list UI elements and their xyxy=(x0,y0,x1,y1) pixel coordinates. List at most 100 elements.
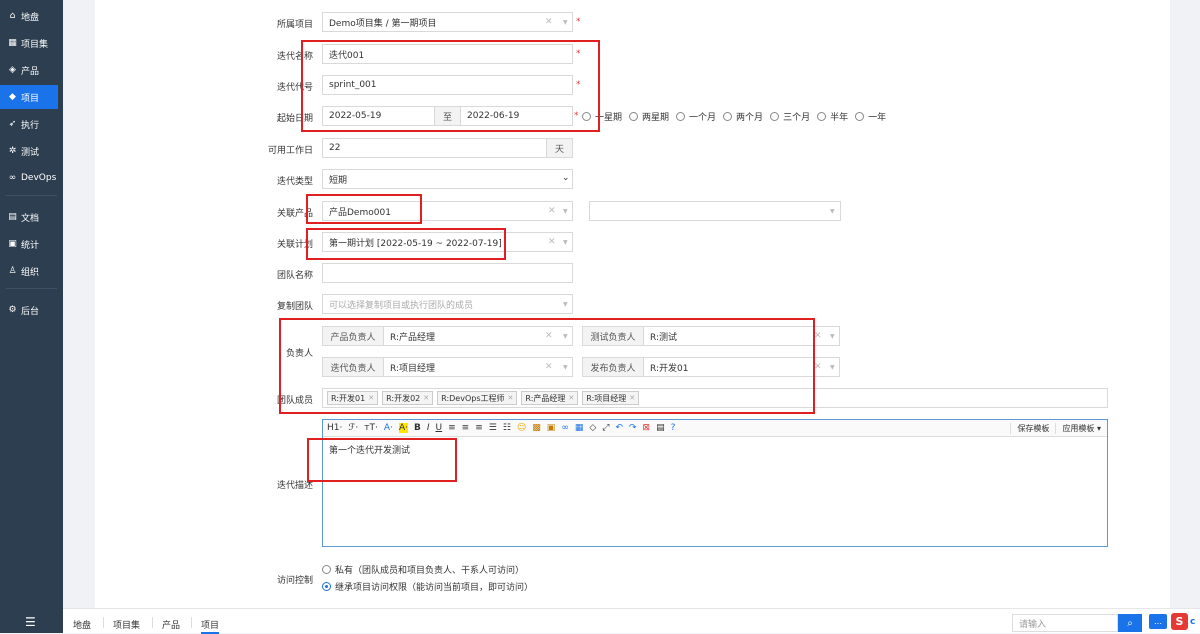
chevron-down-icon[interactable]: ▼ xyxy=(563,19,568,26)
copy-team-select[interactable]: 可以选择复制项目或执行团队的成员 xyxy=(322,294,573,314)
acl-option-private[interactable]: 私有（团队成员和项目负责人、干系人可访问） xyxy=(322,563,524,576)
align-left-icon[interactable]: ≡ xyxy=(448,423,456,433)
template-icon[interactable]: ⊠ xyxy=(643,423,651,433)
sidebar-item-project[interactable]: ◆ 项目 xyxy=(0,85,58,109)
member-tag[interactable]: R:DevOps工程师 ✕ xyxy=(437,391,518,405)
ime-logo-icon[interactable]: S xyxy=(1171,613,1188,630)
member-tag[interactable]: R:产品经理 ✕ xyxy=(521,391,579,405)
member-tag[interactable]: R:项目经理 ✕ xyxy=(582,391,640,405)
sidebar-item-execution[interactable]: ➶ 执行 xyxy=(0,112,63,136)
align-right-icon[interactable]: ≡ xyxy=(475,423,483,433)
chevron-down-icon[interactable]: ▼ xyxy=(563,301,568,308)
sidebar-item-org[interactable]: ♙ 组织 xyxy=(0,259,63,283)
table-icon[interactable]: ▦ xyxy=(575,423,584,433)
iteration-code-input[interactable]: sprint_001 xyxy=(322,75,573,95)
remove-icon[interactable]: ✕ xyxy=(508,394,514,402)
rich-text-editor[interactable]: H1· ℱ· тT· A· A· B I U ≡ ≡ ≡ ☰ ☷ ☺ ▩ ▣ ∞… xyxy=(322,419,1108,547)
ordered-list-icon[interactable]: ☰ xyxy=(489,423,497,433)
duration-option[interactable]: 一年 xyxy=(855,110,886,123)
iteration-name-input[interactable]: 迭代001 xyxy=(322,44,573,64)
help-icon[interactable]: ? xyxy=(671,423,676,433)
breadcrumb-product[interactable]: 产品 xyxy=(162,618,180,631)
eraser-icon[interactable]: ◇ xyxy=(589,423,596,433)
emoticon-icon[interactable]: ☺ xyxy=(517,423,526,433)
search-icon[interactable]: ⌕ xyxy=(1118,614,1142,632)
editor-body[interactable]: 第一个迭代开发测试 xyxy=(323,437,1107,462)
team-name-input[interactable] xyxy=(322,263,573,283)
ime-status-icon[interactable]: c xyxy=(1190,617,1198,627)
font-size-button[interactable]: тT· xyxy=(364,423,378,433)
sidebar-item-product[interactable]: ◈ 产品 xyxy=(0,58,63,82)
clear-icon[interactable]: ✕ xyxy=(545,17,553,27)
clear-icon[interactable]: ✕ xyxy=(814,362,822,372)
search-input[interactable]: 请输入 xyxy=(1012,614,1118,632)
heading-button[interactable]: H1· xyxy=(327,423,342,433)
remove-icon[interactable]: ✕ xyxy=(368,394,374,402)
chat-icon[interactable]: … xyxy=(1149,614,1167,629)
chevron-down-icon[interactable]: ⌄ xyxy=(562,173,570,183)
fullscreen-icon[interactable]: ⤢ xyxy=(602,423,609,433)
duration-option[interactable]: 一星期 xyxy=(582,110,622,123)
chevron-down-icon[interactable]: ▼ xyxy=(563,208,568,215)
undo-icon[interactable]: ↶ xyxy=(615,423,623,433)
clear-icon[interactable]: ✕ xyxy=(814,331,822,341)
clear-icon[interactable]: ✕ xyxy=(548,206,556,216)
team-members-picker[interactable]: R:开发01 ✕ R:开发02 ✕ R:DevOps工程师 ✕ R:产品经理 ✕ R:项… xyxy=(322,388,1108,408)
breadcrumb-program[interactable]: 项目集 xyxy=(113,618,140,631)
sidebar-item-program[interactable]: ▦ 项目集 xyxy=(0,31,63,55)
chevron-down-icon[interactable]: ▼ xyxy=(563,333,568,340)
available-days-input[interactable]: 22 xyxy=(322,138,547,158)
sidebar-item-doc[interactable]: ▤ 文档 xyxy=(0,205,63,229)
breadcrumb-dashboard[interactable]: 地盘 xyxy=(73,618,91,631)
italic-button[interactable]: I xyxy=(427,423,430,433)
breadcrumb-project[interactable]: 项目 xyxy=(201,618,220,634)
linked-plan-select[interactable]: 第一期计划 [2022-05-19 ~ 2022-07-19] xyxy=(322,232,573,252)
highlight-button[interactable]: A· xyxy=(398,423,408,433)
begin-date-input[interactable]: 2022-05-19 xyxy=(322,106,435,126)
align-center-icon[interactable]: ≡ xyxy=(462,423,470,433)
underline-button[interactable]: U xyxy=(436,423,443,433)
chevron-down-icon[interactable]: ▼ xyxy=(830,333,835,340)
member-tag[interactable]: R:开发01 ✕ xyxy=(327,391,379,405)
duration-option[interactable]: 一个月 xyxy=(676,110,716,123)
clear-icon[interactable]: ✕ xyxy=(545,331,553,341)
linked-product-select[interactable]: 产品Demo001 xyxy=(322,201,573,221)
sidebar-item-stats[interactable]: ▣ 统计 xyxy=(0,232,63,256)
duration-option[interactable]: 两星期 xyxy=(629,110,669,123)
remove-icon[interactable]: ✕ xyxy=(568,394,574,402)
chevron-down-icon[interactable]: ▼ xyxy=(563,364,568,371)
iteration-type-select[interactable]: 短期 xyxy=(322,169,573,189)
apply-template-button[interactable]: 应用模板 ▾ xyxy=(1055,422,1107,434)
clear-icon[interactable]: ✕ xyxy=(548,237,556,247)
acl-option-extend[interactable]: 继承项目访问权限（能访问当前项目，即可访问） xyxy=(322,580,533,593)
code-icon[interactable]: ▣ xyxy=(547,423,556,433)
linked-branch-select[interactable] xyxy=(589,201,841,221)
bullet-list-icon[interactable]: ☷ xyxy=(503,423,511,433)
chevron-down-icon[interactable]: ▼ xyxy=(830,364,835,371)
sidebar-item-admin[interactable]: ⚙ 后台 xyxy=(0,298,63,322)
remove-icon[interactable]: ✕ xyxy=(629,394,635,402)
sidebar-item-test[interactable]: ✲ 测试 xyxy=(0,139,63,163)
parent-project-select[interactable]: Demo项目集 / 第一期项目 xyxy=(322,12,573,32)
chevron-down-icon[interactable]: ▼ xyxy=(563,239,568,246)
duration-option[interactable]: 三个月 xyxy=(770,110,810,123)
menu-toggle-icon[interactable]: ☰ xyxy=(25,615,36,629)
image-icon[interactable]: ▩ xyxy=(532,423,541,433)
duration-option[interactable]: 半年 xyxy=(817,110,848,123)
font-color-button[interactable]: A· xyxy=(384,423,393,433)
sidebar-item-devops[interactable]: ∞ DevOps xyxy=(0,166,63,190)
clear-icon[interactable]: ✕ xyxy=(545,362,553,372)
redo-icon[interactable]: ↷ xyxy=(629,423,637,433)
rd-select[interactable]: R:开发01 xyxy=(643,357,840,377)
source-icon[interactable]: ▤ xyxy=(656,423,665,433)
bold-button[interactable]: B xyxy=(414,423,421,433)
link-icon[interactable]: ∞ xyxy=(561,423,569,433)
sidebar-item-dashboard[interactable]: ⌂ 地盘 xyxy=(0,4,63,28)
member-tag[interactable]: R:开发02 ✕ xyxy=(382,391,434,405)
duration-option[interactable]: 两个月 xyxy=(723,110,763,123)
save-template-button[interactable]: 保存模板 xyxy=(1010,422,1055,434)
font-family-button[interactable]: ℱ· xyxy=(348,423,358,433)
remove-icon[interactable]: ✕ xyxy=(423,394,429,402)
end-date-input[interactable]: 2022-06-19 xyxy=(460,106,573,126)
chevron-down-icon[interactable]: ▼ xyxy=(830,208,835,215)
